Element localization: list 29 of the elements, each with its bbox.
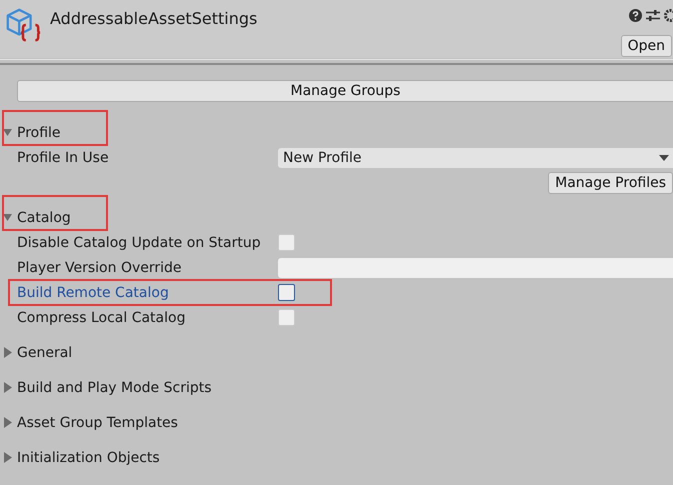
field-label: Player Version Override	[17, 260, 183, 276]
collapsed-arrow-icon[interactable]	[3, 347, 12, 358]
collapsed-arrow-icon[interactable]	[3, 382, 12, 393]
checkbox[interactable]	[278, 284, 295, 301]
section-header[interactable]: Asset Group Templates	[17, 414, 178, 430]
section-header[interactable]: Build and Play Mode Scripts	[17, 380, 212, 396]
sliders-icon[interactable]	[646, 9, 660, 22]
open-button[interactable]: Open	[620, 35, 672, 57]
field-label: Profile In Use	[17, 150, 110, 166]
section-header[interactable]: Initialization Objects	[17, 450, 160, 466]
collapsed-arrow-icon[interactable]	[3, 417, 12, 428]
dropdown-arrow-icon	[659, 154, 669, 160]
section-header[interactable]: Profile	[17, 124, 61, 140]
window-title: AddressableAssetSettings	[50, 9, 258, 28]
input-field[interactable]	[278, 258, 673, 278]
expanded-arrow-icon[interactable]	[3, 128, 12, 137]
profile-dropdown[interactable]: New Profile	[278, 148, 673, 168]
section-header[interactable]: Catalog	[17, 210, 71, 226]
help-icon[interactable]	[629, 9, 642, 22]
field-label: Compress Local Catalog	[17, 310, 186, 326]
manage-groups-button[interactable]: Manage Groups	[17, 80, 673, 102]
settings-icon[interactable]	[664, 9, 673, 22]
collapsed-arrow-icon[interactable]	[3, 452, 12, 463]
field-label: Build Remote Catalog	[17, 284, 170, 300]
manage-profiles-button[interactable]: Manage Profiles	[548, 172, 673, 194]
section-header[interactable]: General	[17, 344, 72, 360]
asset-settings-icon	[4, 6, 42, 44]
field-label: Disable Catalog Update on Startup	[17, 234, 262, 250]
expanded-arrow-icon[interactable]	[3, 213, 12, 222]
